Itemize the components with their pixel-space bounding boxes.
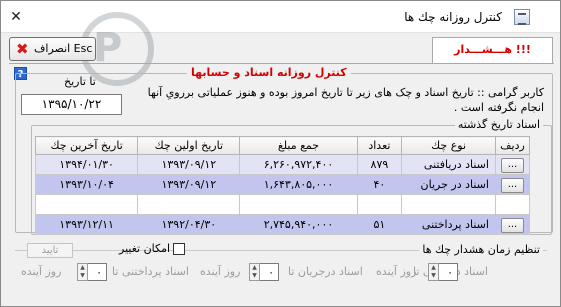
close-icon[interactable]: ✕ [6, 7, 26, 27]
inprogress-days-suffix: روز آينده [200, 265, 241, 278]
total-amount-cell: ۱,۶۴۳,۸۰۵,۰۰۰ [239, 174, 358, 195]
checkbox-box[interactable] [173, 243, 186, 255]
column-header-last-check-date[interactable]: تاريخ آخرين چك [34, 136, 139, 155]
payable-days-stepper[interactable]: ۰ ▲ ▼ [77, 263, 107, 281]
main-window: ✕ کنترل روزانه چك ها P ✖ انصراف Esc ? هـ… [0, 0, 561, 307]
last-date-cell: ۱۳۹۳/۱۲/۱۱ [34, 214, 139, 235]
received-days-stepper-wrap: ۰ ▲ ▼ [428, 263, 458, 281]
payable-days-label: اسناد پرداختنی تا [112, 265, 189, 278]
column-header-count[interactable]: تعداد [356, 136, 403, 155]
table-row[interactable]: ... اسناد پرداختنی ۵۱ ۲,۷۴۵,۹۴۰,۰۰۰ ۱۳۹۲… [34, 214, 531, 235]
row-details-button[interactable]: ... [500, 217, 524, 233]
cancel-button[interactable]: ✖ انصراف Esc [9, 37, 96, 61]
to-date-label: تا تاريخ [64, 75, 96, 88]
payable-days-suffix: روز آينده [21, 265, 62, 278]
count-cell [356, 194, 403, 215]
cancel-button-label: انصراف Esc [34, 42, 93, 55]
tab-divider [9, 63, 554, 64]
column-header-check-type[interactable]: نوع چك [401, 136, 496, 155]
row-details-button[interactable]: ... [500, 177, 524, 193]
inprogress-days-label: اسناد درجريان تا [288, 265, 363, 278]
first-date-cell: ۱۳۹۳/۰۹/۱۲ [137, 174, 241, 195]
column-header-total-amount[interactable]: جمع مبلغ [239, 136, 358, 155]
table-row[interactable]: ... اسناد در جريان ۴۰ ۱,۶۴۳,۸۰۵,۰۰۰ ۱۳۹۳… [34, 174, 531, 195]
confirm-button[interactable]: تاييد [27, 243, 73, 258]
last-date-cell: ۱۳۹۴/۰۱/۳۰ [34, 154, 139, 175]
row-action-cell: ... [494, 174, 531, 195]
inprogress-days-stepper[interactable]: ۰ ▲ ▼ [249, 263, 279, 281]
total-amount-cell: ۲,۷۴۵,۹۴۰,۰۰۰ [239, 214, 358, 235]
check-type-cell [401, 194, 496, 215]
row-action-cell: ... [494, 214, 531, 235]
title-bar[interactable]: ✕ کنترل روزانه چك ها [1, 1, 560, 33]
received-days-value: ۰ [447, 266, 453, 279]
row-details-button[interactable]: ... [500, 157, 524, 173]
first-date-cell: ۱۳۹۳/۰۹/۱۲ [137, 154, 241, 175]
column-header-row-number[interactable]: رديف [494, 136, 531, 155]
total-amount-cell: ۶,۲۶۰,۹۷۲,۴۰۰ [239, 154, 358, 175]
app-icon [514, 9, 530, 25]
count-cell: ۴۰ [356, 174, 403, 195]
row-action-cell [494, 194, 531, 215]
table-row[interactable] [34, 194, 531, 215]
first-date-cell [137, 194, 241, 215]
column-header-first-check-date[interactable]: تاريخ اولين چك [137, 136, 241, 155]
last-date-cell [34, 194, 139, 215]
received-days-suffix: روز آينده [376, 265, 417, 278]
inprogress-days-stepper-wrap: ۰ ▲ ▼ [249, 263, 279, 281]
warning-message: کاربر گرامی :: تاريخ اسناد و چک های زير … [147, 86, 544, 114]
payable-days-stepper-wrap: ۰ ▲ ▼ [77, 263, 107, 281]
check-type-cell: اسناد دريافتنی [401, 154, 496, 175]
total-amount-cell [239, 194, 358, 215]
allow-change-label: امكان تغيير [119, 242, 171, 255]
row-action-cell: ... [494, 154, 531, 175]
check-type-cell: اسناد در جريان [401, 174, 496, 195]
alert-settings-legend: تنظيم زمان هشدار چك ها [419, 243, 543, 256]
daily-control-legend: کنترل روزانه اسناد و حسابها [187, 66, 351, 79]
overdue-documents-legend: اسناد تاريخ گذشته [454, 118, 543, 131]
to-date-field[interactable]: ۱۳۹۵/۱۰/۲۲ [21, 94, 122, 115]
overdue-documents-table: رديف نوع چك تعداد جمع مبلغ تاريخ اولين چ… [34, 136, 531, 235]
count-cell: ۵۱ [356, 214, 403, 235]
check-type-cell: اسناد پرداختنی [401, 214, 496, 235]
inprogress-days-value: ۰ [268, 266, 274, 279]
last-date-cell: ۱۳۹۳/۱۰/۰۴ [34, 174, 139, 195]
tab-warning[interactable]: هـــشـــدار !!! [432, 37, 553, 63]
stepper-arrows-icon[interactable]: ▲ ▼ [77, 263, 88, 281]
stepper-arrows-icon[interactable]: ▲ ▼ [428, 263, 439, 281]
payable-days-value: ۰ [96, 266, 102, 279]
received-days-stepper[interactable]: ۰ ▲ ▼ [428, 263, 458, 281]
table-header-row: رديف نوع چك تعداد جمع مبلغ تاريخ اولين چ… [34, 136, 531, 155]
stepper-arrows-icon[interactable]: ▲ ▼ [249, 263, 260, 281]
window-title: کنترل روزانه چك ها [404, 10, 502, 24]
cancel-x-icon: ✖ [16, 40, 29, 58]
count-cell: ۸۷۹ [356, 154, 403, 175]
first-date-cell: ۱۳۹۲/۰۴/۳۰ [137, 214, 241, 235]
allow-change-checkbox[interactable]: امكان تغيير [119, 242, 186, 255]
table-row[interactable]: ... اسناد دريافتنی ۸۷۹ ۶,۲۶۰,۹۷۲,۴۰۰ ۱۳۹… [34, 154, 531, 175]
